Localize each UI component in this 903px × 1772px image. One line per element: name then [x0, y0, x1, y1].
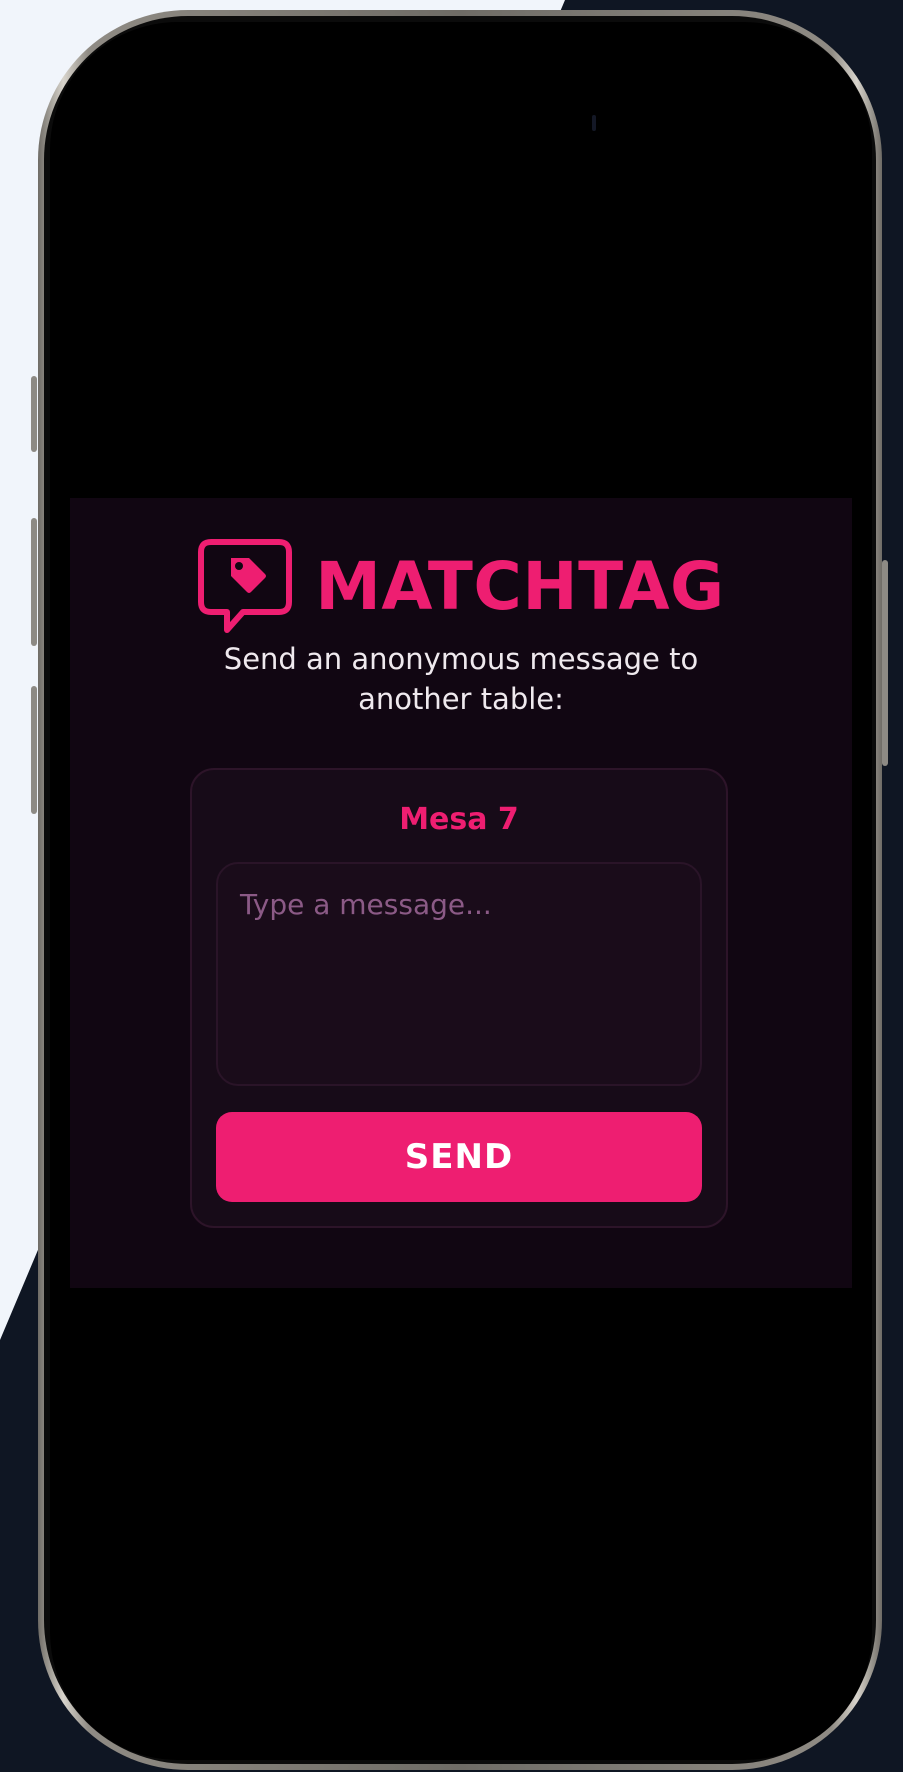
page-subtitle: Send an anonymous message to another tab… [223, 642, 699, 716]
chat-bubble-tag-icon [197, 538, 293, 634]
volume-down-button [31, 686, 37, 814]
brand-name: MATCHTAG [315, 547, 725, 625]
volume-up-button [31, 518, 37, 646]
app-container: MATCHTAG Send an anonymous message to an… [70, 498, 852, 1288]
send-button[interactable]: SEND [216, 1112, 702, 1202]
action-button [31, 376, 37, 452]
message-card: Mesa 7 SEND [190, 768, 728, 1228]
table-name: Mesa 7 [399, 802, 519, 837]
camera-sensor [592, 115, 596, 131]
message-input[interactable] [216, 862, 702, 1086]
phone-screen: MATCHTAG Send an anonymous message to an… [50, 22, 872, 1760]
brand-header: MATCHTAG [70, 538, 852, 634]
power-button [882, 560, 888, 766]
